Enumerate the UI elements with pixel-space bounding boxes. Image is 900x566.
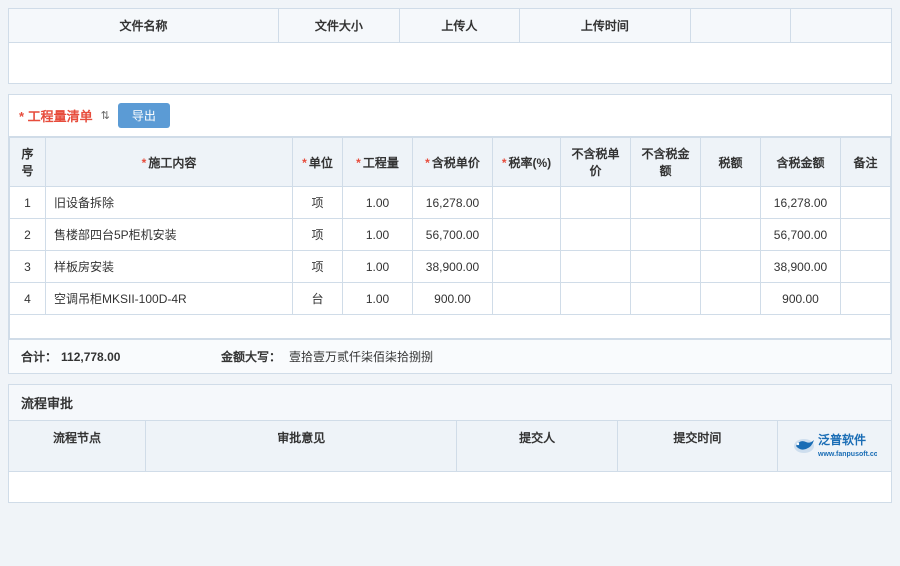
cell-work-2: 售楼部四台5P柜机安装: [46, 219, 293, 251]
export-button[interactable]: 导出: [118, 103, 170, 128]
th-seq: 序号: [10, 138, 46, 187]
cell-seq-3: 3: [10, 251, 46, 283]
workflow-col-node: 流程节点: [9, 421, 146, 471]
cell-notax-amount-1: [631, 187, 701, 219]
engineering-title: * 工程量清单: [19, 106, 93, 125]
company-logo-svg: 泛普软件 www.fanpusoft.com: [792, 429, 877, 463]
engineering-table: 序号 *施工内容 *单位 *工程量 *含税单价 *税率(%) 不含税单价 不含税…: [9, 137, 891, 339]
cell-tax-2: [493, 219, 561, 251]
workflow-col-submitter: 提交人: [457, 421, 617, 471]
cell-notax-price-1: [561, 187, 631, 219]
logo-area: 泛普软件 www.fanpusoft.com: [792, 429, 877, 463]
cell-remark-2: [841, 219, 891, 251]
th-price: *含税单价: [413, 138, 493, 187]
cell-unit-3: 项: [293, 251, 343, 283]
cell-price-3: 38,900.00: [413, 251, 493, 283]
cell-price-4: 900.00: [413, 283, 493, 315]
th-remark: 备注: [841, 138, 891, 187]
table-row: 1 旧设备拆除 项 1.00 16,278.00 16,278.00: [10, 187, 891, 219]
cell-unit-4: 台: [293, 283, 343, 315]
file-body: [9, 43, 891, 83]
cell-notax-amount-4: [631, 283, 701, 315]
cell-total-2: 56,700.00: [761, 219, 841, 251]
cell-tax-amount-2: [701, 219, 761, 251]
th-tax: *税率(%): [493, 138, 561, 187]
summary-row: 合计： 112,778.00 金额大写： 壹拾壹万贰仟柒佰柒拾捌捌: [9, 339, 891, 373]
workflow-header: 流程节点 审批意见 提交人 提交时间 泛普软件 www.fanpusoft.co…: [9, 421, 891, 472]
workflow-col-time: 提交时间: [618, 421, 778, 471]
cell-notax-price-4: [561, 283, 631, 315]
cell-seq-2: 2: [10, 219, 46, 251]
cell-unit-2: 项: [293, 219, 343, 251]
th-notax-amount: 不含税金额: [631, 138, 701, 187]
cell-tax-3: [493, 251, 561, 283]
th-total-amount: 含税金额: [761, 138, 841, 187]
workflow-logo-cell: 泛普软件 www.fanpusoft.com: [778, 421, 891, 471]
cell-total-4: 900.00: [761, 283, 841, 315]
th-work: *施工内容: [46, 138, 293, 187]
cell-qty-4: 1.00: [343, 283, 413, 315]
file-col-time: 上传时间: [520, 9, 690, 42]
file-col-extra2: [791, 9, 891, 42]
workflow-col-opinion: 审批意见: [146, 421, 457, 471]
cell-work-4: 空调吊柜MKSII-100D-4R: [46, 283, 293, 315]
workflow-title: 流程审批: [9, 385, 891, 421]
file-section: 文件名称 文件大小 上传人 上传时间: [8, 8, 892, 84]
cell-unit-1: 项: [293, 187, 343, 219]
cell-notax-price-2: [561, 219, 631, 251]
cell-notax-price-3: [561, 251, 631, 283]
summary-big-value: 壹拾壹万贰仟柒佰柒拾捌捌: [289, 348, 433, 365]
cell-tax-4: [493, 283, 561, 315]
cell-tax-amount-3: [701, 251, 761, 283]
file-col-extra1: [691, 9, 792, 42]
cell-notax-amount-3: [631, 251, 701, 283]
sort-icon[interactable]: ⇅: [101, 109, 110, 122]
cell-tax-amount-4: [701, 283, 761, 315]
cell-price-2: 56,700.00: [413, 219, 493, 251]
cell-seq-1: 1: [10, 187, 46, 219]
cell-remark-4: [841, 283, 891, 315]
th-qty: *工程量: [343, 138, 413, 187]
cell-tax-amount-1: [701, 187, 761, 219]
table-row-empty: [10, 315, 891, 339]
file-header: 文件名称 文件大小 上传人 上传时间: [9, 9, 891, 43]
file-col-size: 文件大小: [279, 9, 400, 42]
page-container: 文件名称 文件大小 上传人 上传时间 * 工程量清单 ⇅ 导出 序号 *施工内容…: [0, 0, 900, 511]
workflow-body: [9, 472, 891, 502]
svg-text:www.fanpusoft.com: www.fanpusoft.com: [817, 451, 877, 458]
engineering-section: * 工程量清单 ⇅ 导出 序号 *施工内容 *单位 *工程量 *含税单价 *税率…: [8, 94, 892, 374]
table-row: 3 样板房安装 项 1.00 38,900.00 38,900.00: [10, 251, 891, 283]
cell-remark-3: [841, 251, 891, 283]
table-row: 2 售楼部四台5P柜机安装 项 1.00 56,700.00 56,700.00: [10, 219, 891, 251]
cell-price-1: 16,278.00: [413, 187, 493, 219]
cell-seq-4: 4: [10, 283, 46, 315]
cell-qty-2: 1.00: [343, 219, 413, 251]
workflow-section: 流程审批 流程节点 审批意见 提交人 提交时间 泛普软件 www.fanpuso…: [8, 384, 892, 503]
summary-value: 112,778.00: [61, 350, 161, 364]
cell-qty-1: 1.00: [343, 187, 413, 219]
cell-total-1: 16,278.00: [761, 187, 841, 219]
file-col-name: 文件名称: [9, 9, 279, 42]
cell-notax-amount-2: [631, 219, 701, 251]
th-tax-amount: 税额: [701, 138, 761, 187]
cell-work-3: 样板房安装: [46, 251, 293, 283]
th-notax-price: 不含税单价: [561, 138, 631, 187]
table-row: 4 空调吊柜MKSII-100D-4R 台 1.00 900.00 900.00: [10, 283, 891, 315]
svg-text:泛普软件: 泛普软件: [818, 432, 866, 447]
cell-work-1: 旧设备拆除: [46, 187, 293, 219]
cell-total-3: 38,900.00: [761, 251, 841, 283]
summary-label: 合计：: [21, 348, 57, 365]
engineering-toolbar: * 工程量清单 ⇅ 导出: [9, 95, 891, 137]
table-header-row: 序号 *施工内容 *单位 *工程量 *含税单价 *税率(%) 不含税单价 不含税…: [10, 138, 891, 187]
cell-tax-1: [493, 187, 561, 219]
cell-qty-3: 1.00: [343, 251, 413, 283]
cell-remark-1: [841, 187, 891, 219]
file-col-uploader: 上传人: [400, 9, 521, 42]
table-body: 1 旧设备拆除 项 1.00 16,278.00 16,278.00 2 售楼部…: [10, 187, 891, 339]
summary-big-label: 金额大写：: [221, 348, 281, 365]
th-unit: *单位: [293, 138, 343, 187]
